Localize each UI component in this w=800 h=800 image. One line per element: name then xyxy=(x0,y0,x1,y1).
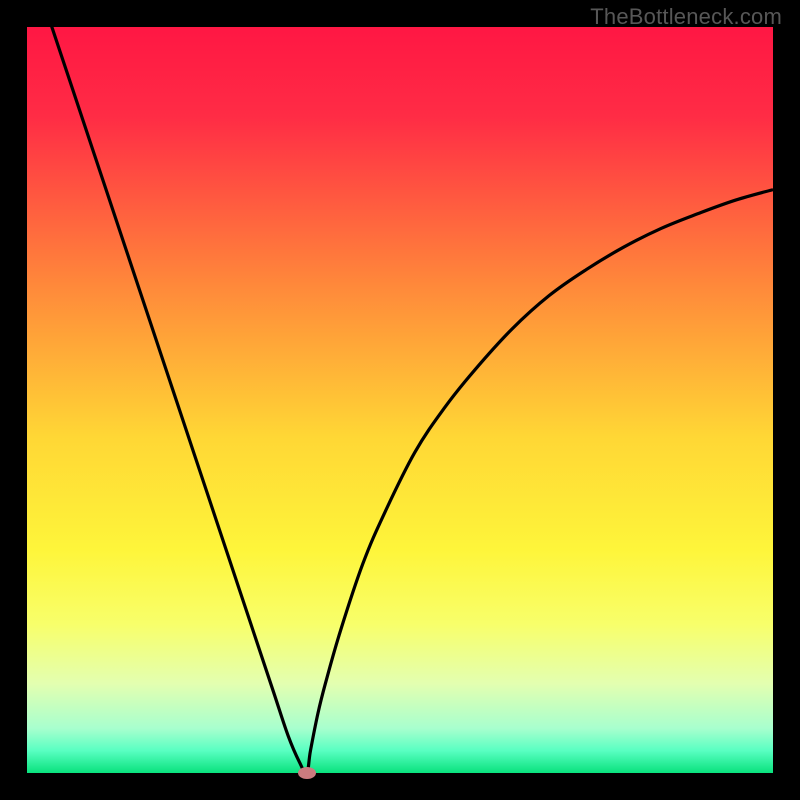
plot-area xyxy=(27,27,773,773)
watermark-text: TheBottleneck.com xyxy=(590,4,782,30)
bottleneck-curve xyxy=(27,27,773,773)
optimum-marker xyxy=(298,767,316,779)
